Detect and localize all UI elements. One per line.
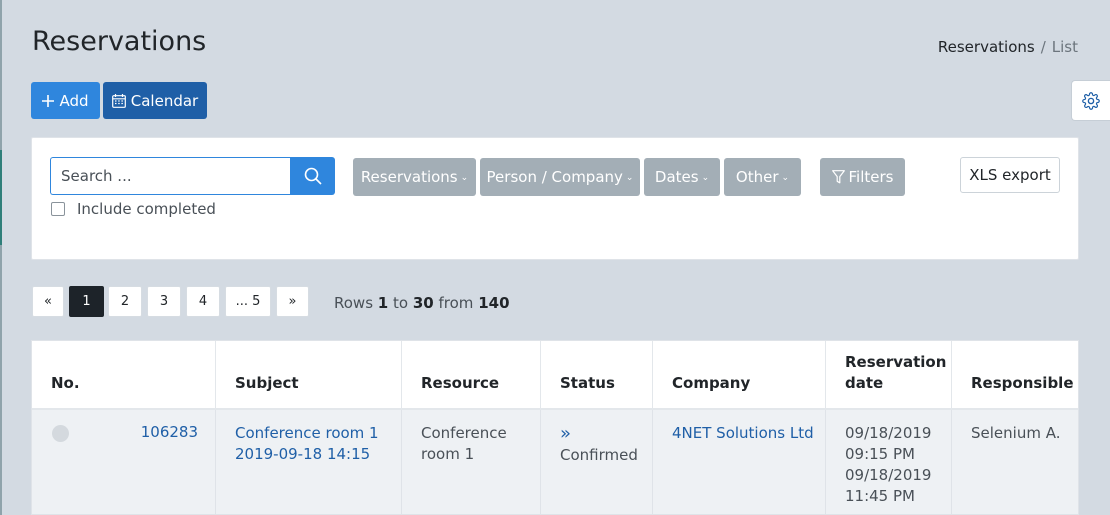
subject-link[interactable]: Conference room 1 2019-09-18 14:15 [235, 424, 379, 463]
gear-icon [1082, 91, 1100, 110]
date-start-time: 09:15 PM [845, 445, 915, 463]
rows-total: 140 [478, 294, 510, 312]
row-status-dot [52, 425, 69, 442]
pagination-page-5[interactable]: ... 5 [225, 286, 271, 317]
breadcrumb: Reservations / List [938, 38, 1078, 56]
chevron-down-icon: ⌄ [460, 173, 469, 183]
add-button-label: Add [59, 91, 89, 110]
include-completed-label: Include completed [77, 200, 216, 218]
left-edge-bar [0, 0, 2, 515]
rows-from: 1 [377, 294, 389, 312]
cell-company: 4NET Solutions Ltd [653, 410, 826, 514]
search-button[interactable] [290, 157, 335, 195]
confirmed-status-icon: » [560, 423, 572, 444]
add-button[interactable]: Add [31, 82, 100, 119]
plus-icon [42, 94, 55, 107]
company-link[interactable]: 4NET Solutions Ltd [672, 424, 814, 442]
cell-status: » Confirmed [541, 410, 653, 514]
pagination-page-2[interactable]: 2 [108, 286, 142, 317]
breadcrumb-reservations-link[interactable]: Reservations [938, 38, 1035, 56]
filter-panel: Include completed Reservations⌄ Person /… [31, 137, 1079, 260]
dates-dropdown[interactable]: Dates ⌄ [644, 158, 720, 196]
column-header-status[interactable]: Status [541, 341, 653, 409]
column-header-responsible[interactable]: Responsible [952, 341, 1078, 409]
search-input[interactable] [50, 157, 291, 195]
xls-export-button[interactable]: XLS export [960, 157, 1060, 193]
calendar-icon [111, 93, 126, 108]
include-completed-checkbox[interactable] [51, 202, 65, 216]
column-header-reservation-date[interactable]: Reservation date [826, 341, 952, 409]
person-company-dropdown[interactable]: Person / Company ⌄ [480, 158, 640, 196]
filters-button-label: Filters [848, 168, 894, 186]
chevron-down-icon: ⌄ [781, 173, 790, 183]
chevron-down-icon: ⌄ [625, 173, 634, 183]
status-label: Confirmed [560, 446, 638, 464]
date-start-day: 09/18/2019 [845, 424, 932, 442]
cell-subject: Conference room 1 2019-09-18 14:15 [216, 410, 402, 514]
rows-from-word: from [438, 294, 474, 312]
search-icon [304, 167, 322, 185]
cell-reservation-date: 09/18/2019 09:15 PM 09/18/2019 11:45 PM [826, 410, 952, 514]
rows-to: 30 [412, 294, 434, 312]
date-end-day: 09/18/2019 [845, 466, 932, 484]
reservations-dropdown-label: Reservations [360, 168, 458, 186]
other-dropdown[interactable]: Other ⌄ [724, 158, 801, 196]
settings-button[interactable] [1071, 80, 1110, 121]
column-header-no[interactable]: No. [32, 341, 216, 409]
calendar-button[interactable]: Calendar [103, 82, 207, 119]
pagination-page-4[interactable]: 4 [186, 286, 220, 317]
cell-resource: Conference room 1 [402, 410, 541, 514]
rows-to-word: to [393, 294, 409, 312]
page-title: Reservations [32, 26, 207, 57]
rows-info: Rows 1 to 30 from 140 [334, 294, 510, 312]
column-header-resource[interactable]: Resource [402, 341, 541, 409]
include-completed[interactable]: Include completed [51, 200, 216, 218]
column-header-subject[interactable]: Subject [216, 341, 402, 409]
subject-line-2: 2019-09-18 14:15 [235, 445, 371, 463]
calendar-button-label: Calendar [130, 91, 199, 110]
reservations-table: No. Subject Resource Status Company Rese… [31, 340, 1079, 515]
subject-line-1: Conference room 1 [235, 424, 379, 442]
breadcrumb-separator: / [1040, 38, 1046, 56]
filter-icon [831, 170, 845, 184]
breadcrumb-current: List [1051, 38, 1078, 56]
column-header-company[interactable]: Company [653, 341, 826, 409]
other-dropdown-label: Other [735, 168, 779, 186]
pagination-page-3[interactable]: 3 [147, 286, 181, 317]
left-edge-accent [0, 150, 2, 245]
pagination-prev[interactable]: « [32, 286, 64, 317]
reservation-number-link[interactable]: 106283 [132, 423, 198, 441]
date-end-time: 11:45 PM [845, 487, 915, 505]
dates-dropdown-label: Dates [654, 168, 699, 186]
reservations-dropdown[interactable]: Reservations ⌄ [353, 158, 476, 196]
cell-responsible: Selenium A. [971, 424, 1061, 442]
person-company-dropdown-label: Person / Company [486, 168, 623, 186]
pagination-next[interactable]: » [276, 286, 309, 317]
chevron-down-icon: ⌄ [701, 173, 710, 183]
rows-prefix: Rows [334, 294, 374, 312]
pagination-page-1[interactable]: 1 [69, 286, 104, 317]
filters-button[interactable]: Filters [820, 158, 905, 196]
